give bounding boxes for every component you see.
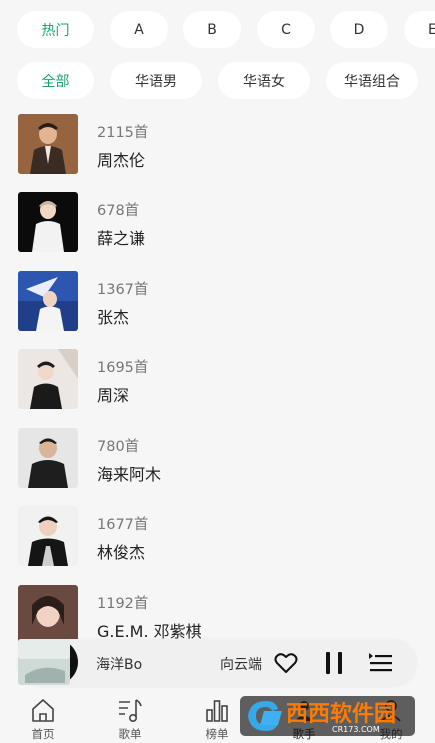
song-count: 1367首 bbox=[97, 282, 149, 298]
filter-letter-c[interactable]: C bbox=[257, 11, 315, 48]
singer-row[interactable]: 1367首 张杰 bbox=[0, 267, 435, 337]
nav-charts[interactable]: 榜单 bbox=[187, 690, 247, 743]
singer-avatar bbox=[18, 506, 78, 566]
nav-label: 榜单 bbox=[205, 727, 229, 741]
nav-label: 我的 bbox=[379, 727, 403, 741]
song-count: 1677首 bbox=[97, 517, 149, 533]
filter-letter-e[interactable]: E bbox=[404, 11, 435, 48]
nav-playlist[interactable]: 歌单 bbox=[100, 690, 160, 743]
singer-name: 周杰伦 bbox=[97, 151, 146, 170]
mini-player[interactable]: 海洋Bo 向云端 bbox=[17, 639, 417, 687]
category-filter-row: 全部 华语男 华语女 华语组合 bbox=[0, 62, 435, 100]
album-cover[interactable] bbox=[17, 635, 79, 685]
singer-avatar bbox=[18, 271, 78, 331]
filter-letter-a[interactable]: A bbox=[110, 11, 168, 48]
singer-avatar bbox=[18, 428, 78, 488]
letter-filter-row: 热门 A B C D E bbox=[0, 11, 435, 49]
song-title: 海洋Bo bbox=[96, 657, 143, 673]
filter-all[interactable]: 全部 bbox=[17, 62, 94, 99]
filter-group[interactable]: 华语组合 bbox=[326, 62, 418, 99]
heart-icon[interactable] bbox=[271, 648, 301, 678]
nav-label: 歌单 bbox=[118, 727, 142, 741]
music-note-icon bbox=[119, 699, 142, 722]
nav-singers[interactable]: 歌手 bbox=[274, 690, 334, 743]
singer-row[interactable]: 780首 海来阿木 bbox=[0, 424, 435, 494]
filter-hot[interactable]: 热门 bbox=[17, 11, 94, 48]
singer-name: 薛之谦 bbox=[97, 229, 146, 248]
singer-name: 海来阿木 bbox=[97, 465, 162, 484]
song-count: 678首 bbox=[97, 203, 140, 219]
nav-label: 歌手 bbox=[292, 727, 316, 741]
filter-male[interactable]: 华语男 bbox=[110, 62, 202, 99]
pause-icon[interactable] bbox=[319, 648, 349, 678]
nav-home[interactable]: 首页 bbox=[13, 690, 73, 743]
filter-letter-d[interactable]: D bbox=[330, 11, 388, 48]
filter-female[interactable]: 华语女 bbox=[218, 62, 310, 99]
bottom-nav: 首页 歌单 榜单 歌手 我的 bbox=[0, 690, 435, 743]
singer-name: 张杰 bbox=[97, 308, 130, 327]
song-subtitle: 向云端 bbox=[220, 657, 262, 673]
nav-label: 首页 bbox=[31, 727, 55, 741]
singer-row[interactable]: 2115首 周杰伦 bbox=[0, 110, 435, 180]
singer-row[interactable]: 1677首 林俊杰 bbox=[0, 502, 435, 572]
home-icon bbox=[32, 699, 54, 722]
singer-row[interactable]: 678首 薛之谦 bbox=[0, 188, 435, 258]
profile-icon bbox=[381, 700, 401, 722]
singer-avatar bbox=[18, 114, 78, 174]
singer-avatar bbox=[18, 349, 78, 409]
bar-chart-icon bbox=[206, 700, 228, 722]
singer-icon bbox=[295, 701, 313, 721]
song-count: 1192首 bbox=[97, 596, 149, 612]
song-count: 1695首 bbox=[97, 360, 149, 376]
filter-letter-b[interactable]: B bbox=[183, 11, 241, 48]
singer-name: 林俊杰 bbox=[97, 543, 146, 562]
song-count: 2115首 bbox=[97, 125, 149, 141]
singer-row[interactable]: 1695首 周深 bbox=[0, 345, 435, 415]
singer-avatar bbox=[18, 192, 78, 252]
nav-profile[interactable]: 我的 bbox=[361, 690, 421, 743]
song-count: 780首 bbox=[97, 439, 140, 455]
playlist-icon[interactable] bbox=[366, 648, 396, 678]
singer-name: 周深 bbox=[97, 386, 130, 405]
